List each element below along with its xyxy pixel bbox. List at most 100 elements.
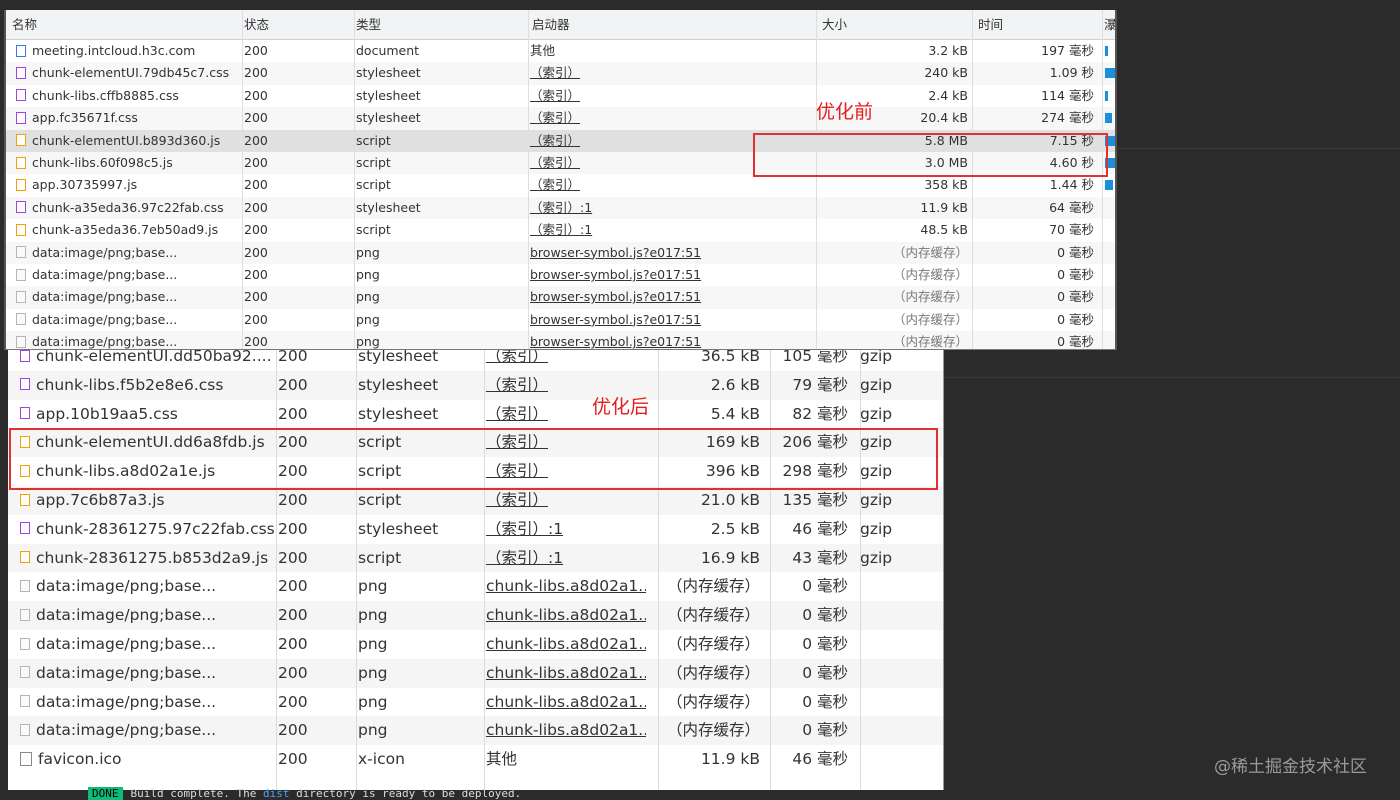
column-status-header[interactable]: 状态	[244, 10, 269, 40]
column-type-header[interactable]: 类型	[356, 10, 381, 40]
column-size-header[interactable]: 大小	[822, 10, 847, 40]
table-row[interactable]: favicon.ico 200 x-icon 其他 11.9 kB 46 毫秒	[8, 745, 943, 774]
status-cell: 200	[278, 635, 308, 653]
initiator-link[interactable]: （索引）	[530, 85, 810, 107]
initiator-link[interactable]: browser-symbol.js?e017:51	[530, 331, 810, 349]
image-icon	[20, 637, 30, 650]
waterfall-bar	[1105, 90, 1108, 101]
time-cell: 64 毫秒	[1049, 199, 1094, 215]
table-row[interactable]: data:image/png;base... 200 png browser-symb…	[6, 286, 1115, 309]
table-row[interactable]: data:image/png;base... 200 png chunk-libs.a…	[8, 658, 943, 688]
time-cell: 135 毫秒	[782, 491, 848, 509]
initiator-link[interactable]: chunk-libs.a8d02a1...	[486, 688, 646, 717]
column-time-header[interactable]: 时间	[978, 10, 1003, 40]
encoding-cell	[860, 630, 930, 659]
watermark: @稀土掘金技术社区	[1214, 757, 1367, 777]
table-row[interactable]: chunk-28361275.b853d2a9.js 200 script （索引）:…	[8, 543, 943, 573]
status-cell: 200	[244, 177, 268, 193]
table-row[interactable]: data:image/png;base... 200 png browser-symb…	[6, 331, 1115, 350]
table-row[interactable]: chunk-28361275.97c22fab.css 200 stylesheet…	[8, 515, 943, 544]
status-cell: 200	[244, 155, 268, 170]
table-row[interactable]: data:image/png;base... 200 png chunk-libs.a…	[8, 630, 943, 659]
initiator-link[interactable]: browser-symbol.js?e017:51	[530, 309, 810, 331]
table-row[interactable]: data:image/png;base... 200 png browser-symb…	[6, 309, 1115, 331]
initiator-link[interactable]: chunk-libs.a8d02a1...	[486, 572, 646, 601]
script-icon	[16, 156, 26, 169]
time-cell: 114 毫秒	[1041, 87, 1094, 103]
size-cell: 11.9 kB	[700, 750, 760, 769]
table-row[interactable]: app.7c6b87a3.js 200 script （索引） 21.0 kB 135 毫…	[8, 486, 943, 515]
resource-name: app.30735997.js	[16, 174, 242, 196]
initiator-link[interactable]: browser-symbol.js?e017:51	[530, 242, 810, 264]
initiator-link[interactable]: （索引）	[486, 486, 646, 515]
table-row[interactable]: app.10b19aa5.css 200 stylesheet （索引） 5.4 kB 8…	[8, 400, 943, 429]
size-cell: （内存缓存）	[892, 334, 968, 350]
stylesheet-icon	[20, 349, 30, 362]
status-cell: 200	[244, 132, 268, 148]
initiator-link[interactable]: （索引）:1	[486, 544, 646, 573]
table-row[interactable]: app.30735997.js 200 script （索引） 358 kB 1.44 秒	[6, 174, 1115, 196]
initiator-link[interactable]: chunk-libs.a8d02a1...	[486, 659, 646, 688]
initiator-link[interactable]: （索引）	[530, 174, 810, 196]
table-row[interactable]: chunk-libs.f5b2e8e6.css 200 stylesheet （索引）…	[8, 370, 943, 400]
type-cell: stylesheet	[356, 65, 421, 81]
initiator-link[interactable]: chunk-libs.a8d02a1...	[486, 630, 646, 659]
file-icon	[20, 751, 32, 766]
table-row[interactable]: chunk-elementUI.79db45c7.css 200 styleshee…	[6, 62, 1115, 85]
size-cell: （内存缓存）	[666, 692, 760, 711]
initiator-link[interactable]: browser-symbol.js?e017:51	[530, 264, 810, 286]
initiator-link[interactable]: （索引）	[530, 107, 810, 129]
time-cell: 0 毫秒	[802, 577, 848, 596]
table-row[interactable]: app.fc35671f.css 200 stylesheet （索引） 20.4 kB…	[6, 107, 1115, 130]
table-row[interactable]: chunk-a35eda36.7eb50ad9.js 200 script （索引）:…	[6, 219, 1115, 241]
table-row[interactable]: data:image/png;base... 200 png browser-symb…	[6, 241, 1115, 264]
initiator-link[interactable]: browser-symbol.js?e017:51	[530, 286, 810, 308]
resource-name: chunk-elementUI.79db45c7.css	[16, 62, 242, 84]
table-row[interactable]: data:image/png;base... 200 png chunk-libs.a…	[8, 601, 943, 630]
stylesheet-icon	[16, 111, 26, 124]
time-cell: 43 毫秒	[792, 548, 848, 567]
time-cell: 82 毫秒	[792, 404, 848, 423]
divider	[944, 377, 1400, 378]
initiator-link[interactable]: chunk-libs.a8d02a1...	[486, 716, 646, 745]
script-icon	[20, 493, 30, 506]
type-cell: png	[358, 635, 388, 653]
table-row[interactable]: chunk-libs.cffb8885.css 200 stylesheet （索引）…	[6, 85, 1115, 107]
waterfall-bar	[1105, 46, 1108, 56]
type-cell: png	[358, 721, 388, 740]
waterfall-bar	[1105, 180, 1113, 191]
terminal-text: Build complete. The	[130, 787, 257, 800]
column-name-header[interactable]: 名称	[12, 10, 37, 40]
resource-name: data:image/png;base...	[20, 659, 276, 688]
column-waterfall-header[interactable]: 瀑布	[1104, 10, 1115, 40]
image-icon	[20, 666, 30, 679]
table-row[interactable]: data:image/png;base... 200 png chunk-libs.a…	[8, 688, 943, 717]
initiator-link[interactable]: （索引）:1	[486, 515, 646, 544]
stylesheet-icon	[20, 407, 30, 420]
resource-name: data:image/png;base...	[20, 688, 276, 717]
initiator-link[interactable]: chunk-libs.a8d02a1...	[486, 601, 646, 630]
resource-name: chunk-a35eda36.7eb50ad9.js	[16, 219, 242, 241]
initiator-link[interactable]: （索引）	[530, 62, 810, 84]
table-row[interactable]: data:image/png;base... 200 png chunk-libs.a…	[8, 572, 943, 601]
resource-name: chunk-elementUI.b893d360.js	[16, 130, 242, 152]
size-cell: 3.2 kB	[928, 43, 968, 58]
resource-name: meeting.intcloud.h3c.com	[16, 40, 242, 62]
table-row[interactable]: chunk-a35eda36.97c22fab.css 200 stylesheet…	[6, 196, 1115, 220]
type-cell: stylesheet	[358, 404, 439, 423]
image-icon	[16, 246, 26, 259]
initiator-link[interactable]: （索引）:1	[530, 219, 810, 241]
size-cell: 16.9 kB	[700, 548, 760, 567]
column-initiator-header[interactable]: 启动器	[532, 10, 570, 40]
size-cell: 2.5 kB	[710, 519, 760, 538]
resource-name: data:image/png;base...	[16, 331, 242, 349]
table-row[interactable]: data:image/png;base... 200 png browser-symb…	[6, 264, 1115, 286]
size-cell: （内存缓存）	[892, 267, 968, 282]
table-row[interactable]: meeting.intcloud.h3c.com 200 document 其他 3.2…	[6, 40, 1115, 62]
initiator-link[interactable]: （索引）:1	[530, 197, 810, 219]
encoding-cell: gzip	[860, 404, 893, 423]
stylesheet-icon	[16, 201, 26, 214]
table-row[interactable]: data:image/png;base... 200 png chunk-libs.a…	[8, 716, 943, 746]
status-cell: 200	[278, 404, 308, 423]
image-icon	[16, 268, 26, 281]
